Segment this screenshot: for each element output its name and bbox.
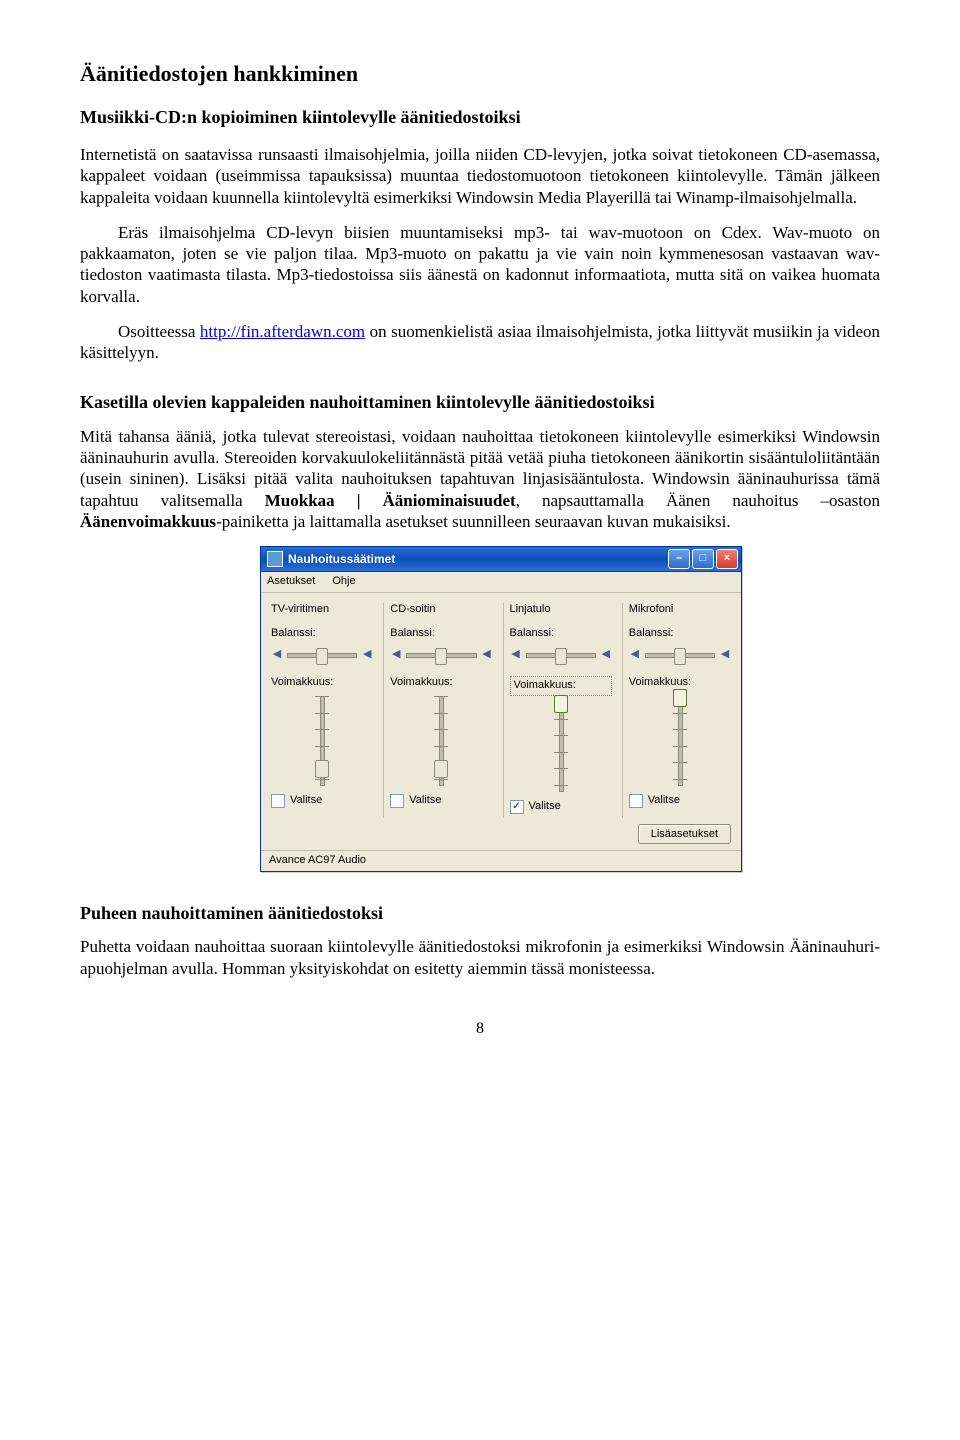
- balance-label: Balanssi:: [390, 627, 492, 641]
- section1-p1: Internetistä on saatavissa runsaasti ilm…: [80, 144, 880, 208]
- checkbox-icon[interactable]: [390, 794, 404, 808]
- menu-settings[interactable]: Asetukset: [267, 575, 315, 587]
- volume-label: Voimakkuus:: [271, 676, 373, 690]
- select-label: Valitse: [529, 800, 561, 814]
- volume-label: Voimakkuus:: [510, 676, 612, 696]
- select-checkbox-row[interactable]: ✓ Valitse: [510, 800, 612, 814]
- section2-p1-b: Muokkaa | Ääniominaisuudet: [265, 491, 516, 510]
- volume-icon: [267, 551, 283, 567]
- select-checkbox-row[interactable]: Valitse: [390, 794, 492, 808]
- section1-p2: Eräs ilmaisohjelma CD-levyn biisien muun…: [80, 222, 880, 307]
- channel-3: LinjatuloBalanssi:◀◀Voimakkuus:✓Valitse: [503, 603, 618, 818]
- volume-slider[interactable]: [629, 694, 731, 784]
- volume-slider[interactable]: [390, 694, 492, 784]
- section1-heading: Musiikki-CD:n kopioiminen kiintolevylle …: [80, 106, 880, 129]
- speaker-left-icon: ◀: [390, 649, 402, 661]
- channel-4: MikrofoniBalanssi:◀◀Voimakkuus:Valitse: [622, 603, 737, 818]
- dialog-title: Nauhoitussäätimet: [288, 552, 666, 567]
- checkbox-icon[interactable]: [271, 794, 285, 808]
- dialog-statusbar: Avance AC97 Audio: [261, 850, 741, 871]
- balance-slider[interactable]: ◀◀: [271, 644, 373, 666]
- balance-label: Balanssi:: [629, 627, 731, 641]
- balance-slider[interactable]: ◀◀: [390, 644, 492, 666]
- checkbox-icon[interactable]: ✓: [510, 800, 524, 814]
- volume-label: Voimakkuus:: [390, 676, 492, 690]
- section2-p1-c: , napsauttamalla Äänen nauhoitus –osasto…: [516, 491, 880, 510]
- balance-slider[interactable]: ◀◀: [510, 644, 612, 666]
- balance-label: Balanssi:: [510, 627, 612, 641]
- channel-name: Mikrofoni: [629, 603, 731, 617]
- advanced-button[interactable]: Lisäasetukset: [638, 824, 731, 844]
- minimize-button[interactable]: –: [668, 549, 690, 569]
- page-number: 8: [80, 1019, 880, 1039]
- section1-p3: Osoitteessa http://fin.afterdawn.com on …: [80, 321, 880, 364]
- volume-slider[interactable]: [271, 694, 373, 784]
- recording-controls-dialog: Nauhoitussäätimet – □ × Asetukset Ohje T…: [260, 546, 742, 872]
- dialog-menubar: Asetukset Ohje: [261, 572, 741, 593]
- section2-p1: Mitä tahansa ääniä, jotka tulevat stereo…: [80, 426, 880, 532]
- speaker-left-icon: ◀: [271, 649, 283, 661]
- speaker-right-icon: ◀: [600, 649, 612, 661]
- section3-p1: Puhetta voidaan nauhoittaa suoraan kiint…: [80, 936, 880, 979]
- speaker-left-icon: ◀: [510, 649, 522, 661]
- select-label: Valitse: [409, 794, 441, 808]
- balance-label: Balanssi:: [271, 627, 373, 641]
- select-checkbox-row[interactable]: Valitse: [271, 794, 373, 808]
- channel-2: CD-soitinBalanssi:◀◀Voimakkuus:Valitse: [383, 603, 498, 818]
- section1-p3-a: Osoitteessa: [118, 322, 200, 341]
- checkbox-icon[interactable]: [629, 794, 643, 808]
- balance-slider[interactable]: ◀◀: [629, 644, 731, 666]
- speaker-right-icon: ◀: [481, 649, 493, 661]
- section2-p1-d: Äänenvoimakkuus: [80, 512, 216, 531]
- select-label: Valitse: [648, 794, 680, 808]
- speaker-right-icon: ◀: [361, 649, 373, 661]
- menu-help[interactable]: Ohje: [332, 575, 355, 587]
- speaker-left-icon: ◀: [629, 649, 641, 661]
- volume-slider[interactable]: [510, 700, 612, 790]
- dialog-titlebar[interactable]: Nauhoitussäätimet – □ ×: [261, 547, 741, 572]
- channel-name: Linjatulo: [510, 603, 612, 617]
- section3-heading: Puheen nauhoittaminen äänitiedostoksi: [80, 902, 880, 925]
- volume-label: Voimakkuus:: [629, 676, 731, 690]
- maximize-button[interactable]: □: [692, 549, 714, 569]
- speaker-right-icon: ◀: [719, 649, 731, 661]
- close-button[interactable]: ×: [716, 549, 738, 569]
- section2-p1-e: -painiketta ja laittamalla asetukset suu…: [216, 512, 731, 531]
- select-checkbox-row[interactable]: Valitse: [629, 794, 731, 808]
- select-label: Valitse: [290, 794, 322, 808]
- afterdawn-link[interactable]: http://fin.afterdawn.com: [200, 322, 365, 341]
- section2-heading: Kasetilla olevien kappaleiden nauhoittam…: [80, 391, 880, 414]
- channel-name: TV-viritimen: [271, 603, 373, 617]
- page-title: Äänitiedostojen hankkiminen: [80, 60, 880, 88]
- channel-1: TV-viritimenBalanssi:◀◀Voimakkuus:Valits…: [265, 603, 379, 818]
- channel-name: CD-soitin: [390, 603, 492, 617]
